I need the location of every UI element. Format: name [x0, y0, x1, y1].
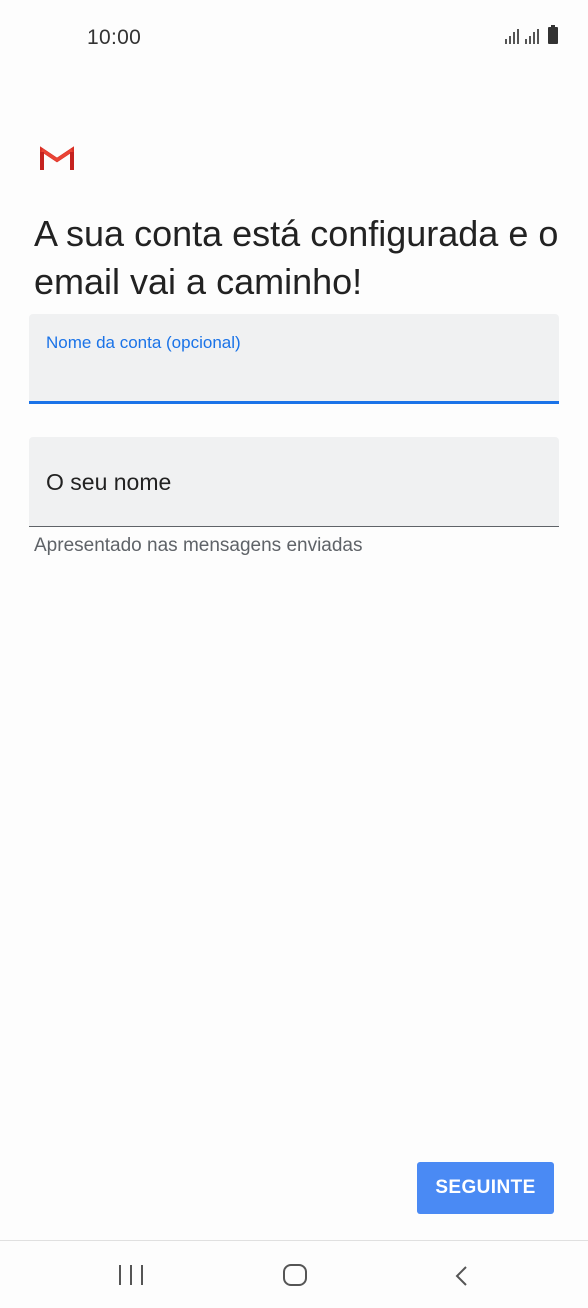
status-time: 10:00 — [87, 26, 142, 49]
your-name-label: O seu nome — [46, 469, 172, 495]
account-name-input[interactable] — [46, 358, 542, 388]
signal-icon — [525, 28, 539, 44]
battery-icon — [548, 25, 558, 44]
page-title: A sua conta está configurada e o email v… — [34, 213, 559, 302]
next-button[interactable]: SEGUINTE — [417, 1162, 554, 1214]
account-name-field[interactable]: Nome da conta (opcional) — [29, 314, 559, 404]
gmail-icon — [40, 146, 74, 170]
your-name-field[interactable]: O seu nome — [29, 437, 559, 527]
home-icon[interactable] — [283, 1264, 307, 1286]
your-name-helper-text: Apresentado nas mensagens enviadas — [34, 535, 363, 556]
status-icons — [505, 25, 558, 44]
recents-icon[interactable] — [119, 1265, 143, 1287]
signal-icon — [505, 28, 519, 44]
status-bar: 10:00 — [0, 0, 588, 76]
account-name-label: Nome da conta (opcional) — [46, 333, 241, 352]
screen: 10:00 A sua conta está configurada e o e… — [0, 0, 588, 1308]
back-icon[interactable] — [452, 1264, 472, 1288]
navigation-bar — [0, 1240, 588, 1308]
